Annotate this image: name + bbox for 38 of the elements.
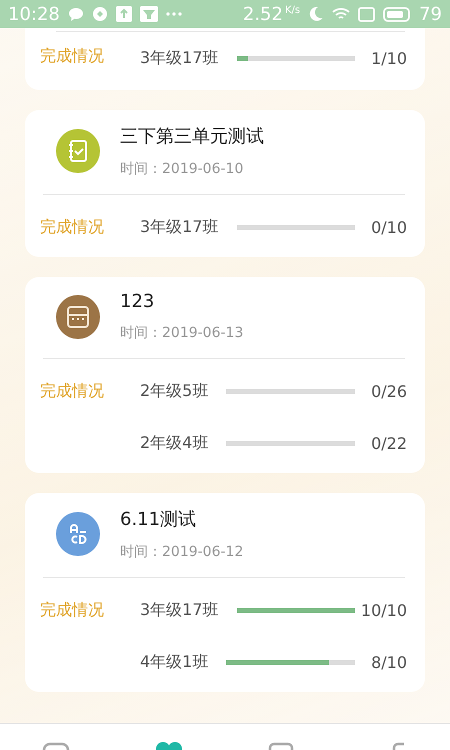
completion-count: 0/22 [370, 434, 407, 452]
test-card[interactable]: 123 时间：2019-06-13 完成情况 2年级5班 0/26 2年级4班 0/22 [25, 277, 425, 473]
class-name: 3年级17班 [140, 216, 219, 238]
test-title: 三下第三单元测试 [120, 125, 264, 148]
test-card[interactable]: 6.11测试 时间：2019-06-12 完成情况 3年级17班 10/10 4年级1班 8/10 [25, 493, 425, 692]
clock-time: 10:28 [8, 4, 60, 24]
completion-count: 0/10 [370, 218, 407, 236]
window-icon [358, 6, 376, 22]
class-name: 3年级17班 [140, 48, 219, 68]
test-date: 时间：2019-06-12 [120, 543, 244, 561]
sync-icon [92, 6, 108, 22]
completion-label: 完成情况 [40, 600, 105, 621]
completion-count: 8/10 [370, 652, 407, 672]
wifi-icon [332, 7, 350, 21]
completion-count: 0/26 [370, 382, 407, 400]
class-name: 3年级17班 [140, 600, 219, 620]
moon-icon [308, 6, 324, 22]
completion-count: 10/10 [360, 600, 407, 620]
class-name: 2年级4班 [140, 432, 208, 454]
network-speed: 2.52 [242, 4, 283, 24]
test-card[interactable]: 三下第三单元测试 时间：2019-06-10 完成情况 3年级17班 0/10 [25, 110, 425, 257]
class-name: 2年级5班 [140, 380, 208, 402]
test-card[interactable]: 完成情况 3年级17班 1/10 [25, 28, 425, 90]
speed-unit: K/s [284, 5, 300, 16]
test-date: 时间：2019-06-13 [120, 324, 244, 342]
battery-level: 79 [419, 4, 442, 24]
test-title: 123 [120, 291, 156, 312]
completion-label: 完成情况 [40, 381, 105, 402]
more-icon [166, 12, 182, 16]
test-date: 时间：2019-06-10 [120, 160, 244, 178]
upload-icon [116, 6, 132, 22]
chat-icon [68, 6, 84, 22]
completion-count: 1/10 [370, 48, 407, 68]
test-title: 6.11测试 [120, 508, 198, 531]
class-name: 4年级1班 [140, 652, 208, 672]
battery-icon [383, 6, 412, 22]
completion-label: 完成情况 [40, 217, 105, 238]
completion-label: 完成情况 [40, 46, 105, 67]
